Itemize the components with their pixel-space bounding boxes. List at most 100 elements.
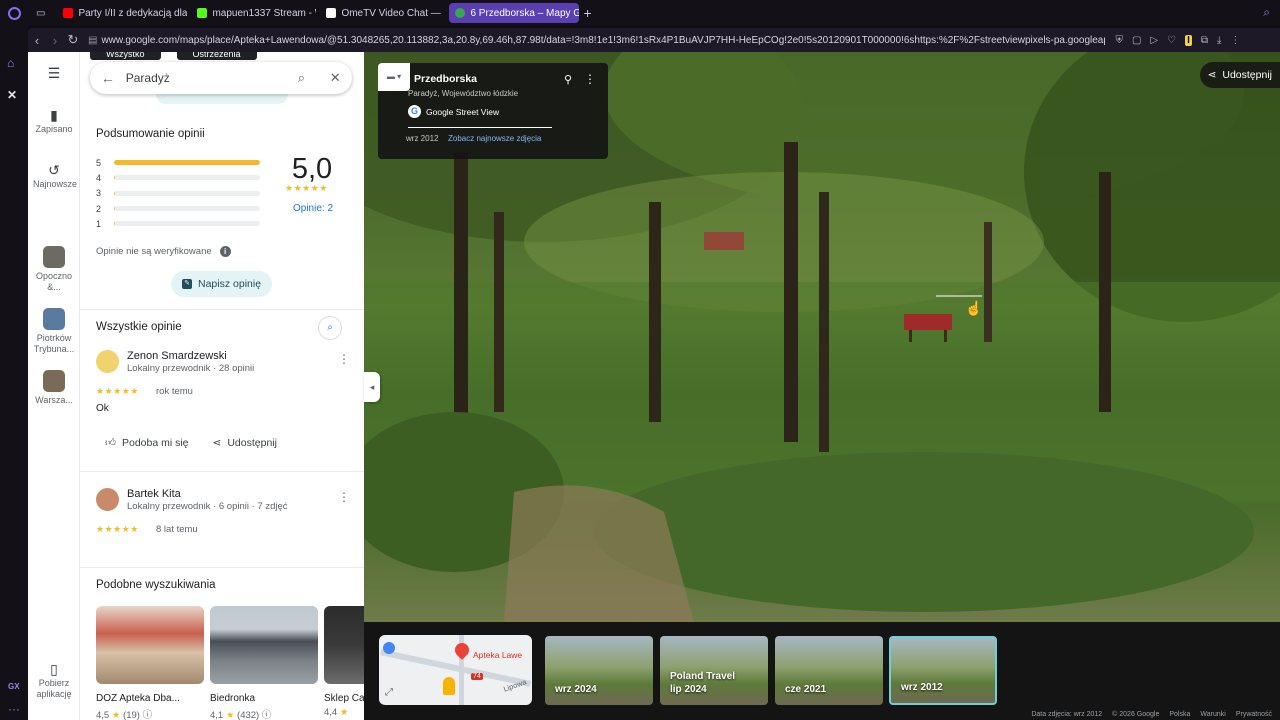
- collapse-panel-button[interactable]: ◂: [364, 372, 380, 402]
- timeline-thumbnail[interactable]: wrz 2024: [545, 636, 653, 705]
- similar-place-card[interactable]: Biedronka 4,1 ★ (432) ⓘ: [210, 606, 318, 720]
- timeline-thumbnail[interactable]: cze 2021: [775, 636, 883, 705]
- chip-all[interactable]: Wszystko: [90, 52, 161, 60]
- more-options-icon[interactable]: ⋮: [338, 490, 350, 504]
- rail-item-saved[interactable]: ▮ Zapisano: [28, 108, 80, 135]
- x-twitter-icon[interactable]: ✕: [7, 88, 17, 102]
- divider: [408, 127, 552, 128]
- write-review-button[interactable]: ✎ Napisz opinię: [171, 271, 273, 297]
- collapse-toggle-button[interactable]: ▬ ▾: [378, 63, 410, 91]
- reviews-count-link[interactable]: Opinie: 2: [284, 203, 342, 214]
- reviewer-meta: Lokalny przewodnik · 28 opinii: [127, 363, 255, 374]
- like-button[interactable]: 👍︎ Podoba mi się: [105, 436, 189, 450]
- rating-bar-label: 1: [96, 218, 102, 229]
- search-input[interactable]: [125, 71, 285, 85]
- reviewer-name[interactable]: Zenon Smardzewski: [127, 350, 227, 362]
- maps-pin-icon: [455, 8, 466, 18]
- similar-searches-title: Podobne wyszukiwania: [96, 579, 216, 591]
- site-info-icon[interactable]: ▤: [88, 35, 97, 46]
- chevron-left-icon: ◂: [369, 382, 375, 392]
- mini-map[interactable]: Apteka Lawe 74 Lipowa ⤢: [379, 635, 532, 705]
- place-name: DOZ Apteka Dba...: [96, 693, 180, 704]
- history-icon: ↺: [48, 162, 60, 178]
- similar-place-card[interactable]: Sklep Ca... 4,4 ★: [324, 606, 364, 720]
- info-icon[interactable]: ⓘ: [262, 710, 272, 720]
- rating-stars: ★★★★★: [285, 183, 328, 193]
- share-button[interactable]: ⋖ Udostępnij: [1199, 62, 1280, 88]
- footer-date: Data zdjęcia: wrz 2012: [1031, 711, 1103, 718]
- reload-button[interactable]: ↻: [64, 32, 82, 48]
- place-thumbnail: [43, 370, 65, 392]
- location-pin-icon[interactable]: ⚲: [564, 73, 572, 86]
- not-verified-notice: Opinie nie są weryfikowane i: [96, 246, 231, 257]
- send-icon[interactable]: ▷: [1150, 35, 1158, 46]
- timeline-thumbnail-selected[interactable]: wrz 2012: [889, 636, 997, 705]
- avatar[interactable]: [96, 350, 119, 373]
- review-text: Ok: [96, 403, 109, 414]
- share-button[interactable]: ⋖ Udostępnij: [213, 436, 277, 449]
- shield-icon[interactable]: ⛨: [1115, 35, 1123, 46]
- search-icon: ⌕: [327, 322, 333, 333]
- rating-bar-label: 2: [96, 203, 102, 214]
- capture-date: wrz 2012: [406, 134, 439, 143]
- rail-item-opoczno[interactable]: Opoczno &...: [28, 246, 80, 293]
- tab-search-icon[interactable]: ⌕: [1263, 5, 1270, 20]
- download-icon[interactable]: ⤓: [1217, 35, 1221, 46]
- new-tab-button[interactable]: +: [583, 5, 591, 21]
- street-view-panorama[interactable]: ▬ ▾ Przedborska Paradyż, Województwo łód…: [364, 52, 1280, 622]
- footer-terms-link[interactable]: Warunki: [1200, 711, 1225, 718]
- url-field[interactable]: www.google.com/maps/place/Apteka+Lawendo…: [101, 35, 1105, 46]
- review-time: 8 lat temu: [156, 524, 198, 535]
- rail-download-app[interactable]: ▯ Pobierz aplikację: [28, 662, 80, 700]
- footer-country-link[interactable]: Polska: [1169, 711, 1190, 718]
- tab-kick[interactable]: mapuen1337 Stream - Wa: [191, 3, 316, 23]
- tab-ometv[interactable]: OmeTV Video Chat —: [320, 3, 445, 23]
- back-button[interactable]: ‹: [28, 33, 46, 48]
- tab-youtube[interactable]: Party I/II z dedykacją dla k: [57, 3, 187, 23]
- rating-bar-row: 5: [96, 155, 260, 170]
- rail-menu-button[interactable]: ☰: [28, 66, 80, 82]
- pegman-icon[interactable]: [443, 677, 455, 695]
- more-options-icon[interactable]: ⋮: [338, 352, 350, 366]
- place-name: Biedronka: [210, 693, 256, 704]
- rail-item-recent[interactable]: ↺ Najnowsze: [28, 162, 80, 190]
- snapshot-icon[interactable]: ▢: [1132, 35, 1141, 46]
- share-icon: ⋖: [212, 436, 222, 449]
- tab-google-maps[interactable]: 6 Przedborska – Mapy Go: [449, 3, 580, 23]
- search-reviews-button[interactable]: ⌕: [318, 316, 342, 340]
- heart-icon[interactable]: ♡: [1167, 35, 1176, 46]
- review-stars: ★★★★★: [96, 386, 139, 396]
- info-icon[interactable]: i: [219, 246, 231, 257]
- forward-button[interactable]: ›: [46, 33, 64, 48]
- info-icon[interactable]: ⓘ: [143, 710, 153, 720]
- close-icon[interactable]: ✕: [318, 70, 352, 86]
- more-icon[interactable]: ···: [8, 702, 20, 716]
- reviewer-name[interactable]: Bartek Kita: [127, 488, 181, 500]
- rail-item-piotrkow[interactable]: Piotrków Trybuna...: [28, 308, 80, 355]
- see-latest-link[interactable]: Zobacz najnowsze zdjęcia: [448, 134, 541, 143]
- similar-place-card[interactable]: DOZ Apteka Dba... 4,5 ★ (19) ⓘ: [96, 606, 204, 720]
- expand-icon[interactable]: ⤢: [385, 687, 393, 698]
- footer-privacy-link[interactable]: Prywatność: [1236, 711, 1272, 718]
- aria-icon[interactable]: ⌂: [7, 56, 14, 70]
- more-options-icon[interactable]: ⋮: [584, 72, 596, 86]
- puzzle-icon[interactable]: ⧉: [1201, 35, 1208, 46]
- tab-menu-icon[interactable]: ▭: [36, 8, 45, 19]
- all-reviews-title: Wszystkie opinie: [96, 321, 182, 333]
- menu-icon[interactable]: ⋮: [1230, 35, 1240, 46]
- search-icon[interactable]: ⌕: [285, 70, 319, 86]
- place-name: Sklep Ca...: [324, 693, 364, 704]
- footer-copyright: © 2026 Google: [1112, 711, 1160, 718]
- opera-logo-icon[interactable]: [0, 0, 28, 26]
- average-rating: 5,0: [291, 153, 333, 185]
- back-arrow-icon[interactable]: ←: [90, 70, 126, 86]
- reviewer-meta: Lokalny przewodnik · 6 opinii · 7 zdjęć: [127, 501, 288, 512]
- extension-icon[interactable]: I: [1185, 34, 1192, 46]
- avatar[interactable]: [96, 488, 119, 511]
- chip-alerts[interactable]: Ostrzeżenia: [176, 52, 257, 60]
- rail-item-warszawa[interactable]: Warsza...: [28, 370, 80, 406]
- timeline-thumbnail[interactable]: Poland Travel lip 2024: [660, 636, 768, 705]
- reviews-summary-title: Podsumowanie opinii: [96, 128, 205, 140]
- rating-bar-row: 4: [96, 170, 260, 185]
- gx-icon[interactable]: GX: [8, 682, 20, 691]
